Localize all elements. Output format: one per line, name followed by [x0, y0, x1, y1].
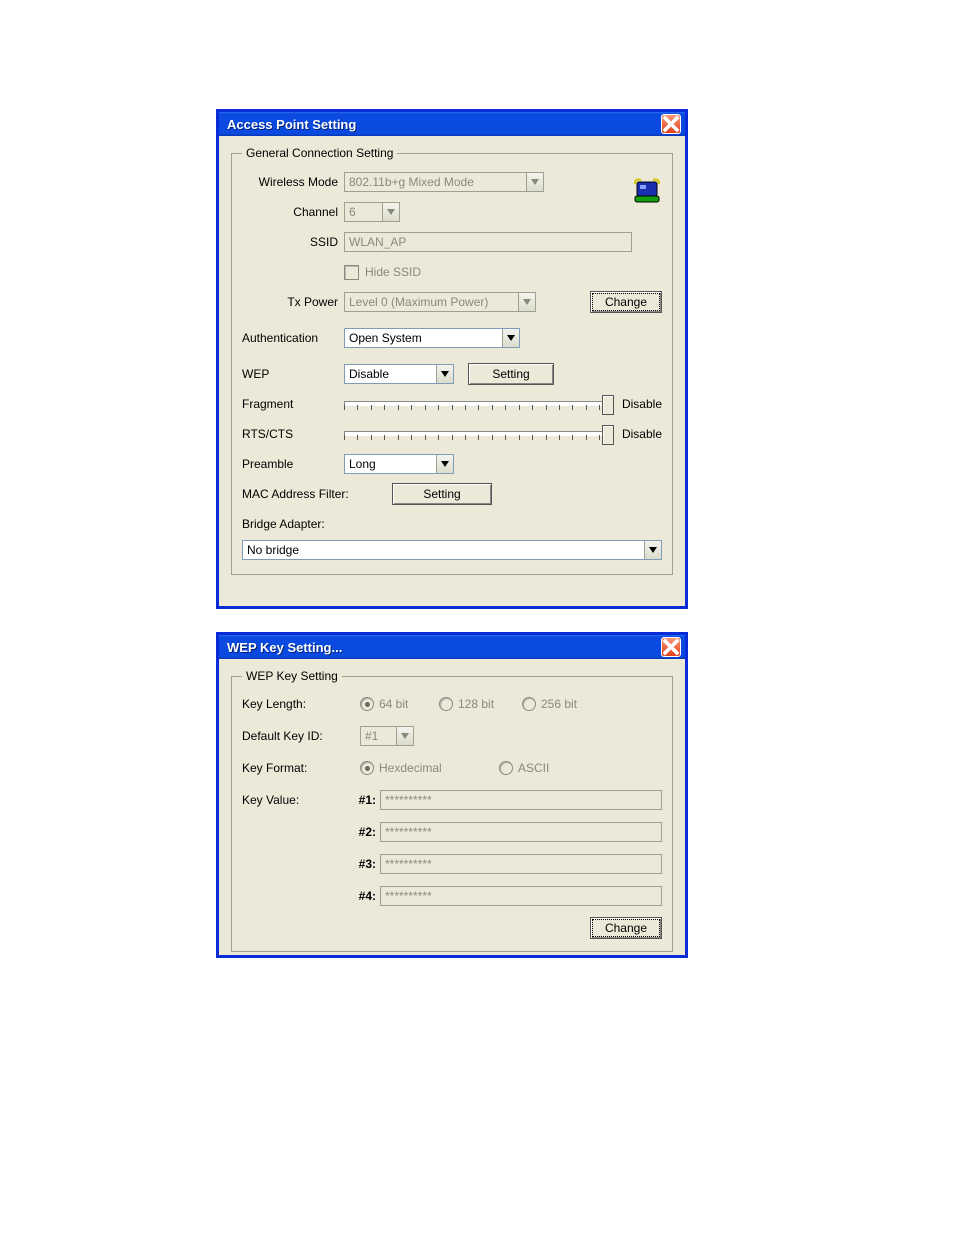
key4-input: **********	[380, 886, 662, 906]
window-title: WEP Key Setting...	[227, 640, 342, 655]
radio-hex-label: Hexdecimal	[379, 761, 499, 775]
slider-thumb[interactable]	[602, 395, 614, 415]
change-button[interactable]: Change	[590, 917, 662, 939]
tx-power-value: Level 0 (Maximum Power)	[349, 295, 488, 309]
ssid-value: WLAN_AP	[349, 235, 406, 249]
fragment-label: Fragment	[242, 397, 344, 411]
key4-label: #4:	[342, 889, 380, 903]
wep-setting-button[interactable]: Setting	[468, 363, 554, 385]
chevron-down-icon	[518, 293, 535, 311]
key-length-label: Key Length:	[242, 697, 342, 711]
chevron-down-icon	[644, 541, 661, 559]
radio-128bit-label: 128 bit	[458, 697, 522, 711]
default-key-id-select: #1	[360, 726, 414, 746]
key2-label: #2:	[342, 825, 380, 839]
groupbox-legend: WEP Key Setting	[242, 669, 342, 683]
key1-input: **********	[380, 790, 662, 810]
radio-ascii-label: ASCII	[518, 761, 549, 775]
radio-256bit	[522, 697, 536, 711]
mac-filter-setting-button[interactable]: Setting	[392, 483, 492, 505]
preamble-label: Preamble	[242, 457, 344, 471]
radio-64bit-label: 64 bit	[379, 697, 439, 711]
wep-value: Disable	[349, 367, 389, 381]
access-point-setting-window: Access Point Setting General Connection …	[216, 109, 688, 609]
rts-label: RTS/CTS	[242, 427, 344, 441]
channel-select: 6	[344, 202, 400, 222]
key2-input: **********	[380, 822, 662, 842]
chevron-down-icon	[436, 455, 453, 473]
chevron-down-icon	[382, 203, 399, 221]
general-connection-groupbox: General Connection Setting Wireless Mode…	[231, 146, 673, 575]
groupbox-legend: General Connection Setting	[242, 146, 397, 160]
key3-input: **********	[380, 854, 662, 874]
slider-thumb[interactable]	[602, 425, 614, 445]
ssid-input: WLAN_AP	[344, 232, 632, 252]
wep-label: WEP	[242, 367, 344, 381]
channel-value: 6	[349, 205, 356, 219]
wireless-mode-label: Wireless Mode	[242, 175, 344, 189]
authentication-value: Open System	[349, 331, 422, 345]
authentication-label: Authentication	[242, 331, 344, 345]
default-key-id-label: Default Key ID:	[242, 729, 342, 743]
rts-state: Disable	[622, 427, 662, 441]
channel-label: Channel	[242, 205, 344, 219]
ssid-label: SSID	[242, 235, 344, 249]
radio-hex	[360, 761, 374, 775]
bridge-adapter-select[interactable]: No bridge	[242, 540, 662, 560]
wep-key-groupbox: WEP Key Setting Key Length: 64 bit 128 b…	[231, 669, 673, 952]
wep-key-setting-window: WEP Key Setting... WEP Key Setting Key L…	[216, 632, 688, 958]
chevron-down-icon	[436, 365, 453, 383]
wep-select[interactable]: Disable	[344, 364, 454, 384]
key1-label: #1:	[342, 793, 380, 807]
wireless-mode-select: 802.11b+g Mixed Mode	[344, 172, 544, 192]
radio-ascii	[499, 761, 513, 775]
mac-filter-label: MAC Address Filter:	[242, 487, 392, 501]
window-title: Access Point Setting	[227, 117, 356, 132]
default-key-id-value: #1	[365, 729, 378, 743]
chevron-down-icon	[502, 329, 519, 347]
hide-ssid-checkbox	[344, 265, 359, 280]
wireless-mode-value: 802.11b+g Mixed Mode	[349, 175, 474, 189]
authentication-select[interactable]: Open System	[344, 328, 520, 348]
chevron-down-icon	[396, 727, 413, 745]
fragment-state: Disable	[622, 397, 662, 411]
key-value-label: Key Value:	[242, 793, 342, 807]
key3-label: #3:	[342, 857, 380, 871]
close-icon[interactable]	[661, 637, 681, 657]
router-icon	[631, 178, 663, 206]
bridge-adapter-label: Bridge Adapter:	[242, 517, 325, 531]
rts-slider[interactable]	[344, 423, 614, 445]
key-format-label: Key Format:	[242, 761, 342, 775]
chevron-down-icon	[526, 173, 543, 191]
radio-128bit	[439, 697, 453, 711]
radio-256bit-label: 256 bit	[541, 697, 577, 711]
preamble-select[interactable]: Long	[344, 454, 454, 474]
tx-power-label: Tx Power	[242, 295, 344, 309]
close-icon[interactable]	[661, 114, 681, 134]
tx-power-select: Level 0 (Maximum Power)	[344, 292, 536, 312]
preamble-value: Long	[349, 457, 376, 471]
hide-ssid-label: Hide SSID	[365, 265, 421, 279]
titlebar[interactable]: WEP Key Setting...	[219, 635, 685, 659]
titlebar[interactable]: Access Point Setting	[219, 112, 685, 136]
radio-64bit	[360, 697, 374, 711]
bridge-adapter-value: No bridge	[247, 543, 299, 557]
change-button[interactable]: Change	[590, 291, 662, 313]
fragment-slider[interactable]	[344, 393, 614, 415]
